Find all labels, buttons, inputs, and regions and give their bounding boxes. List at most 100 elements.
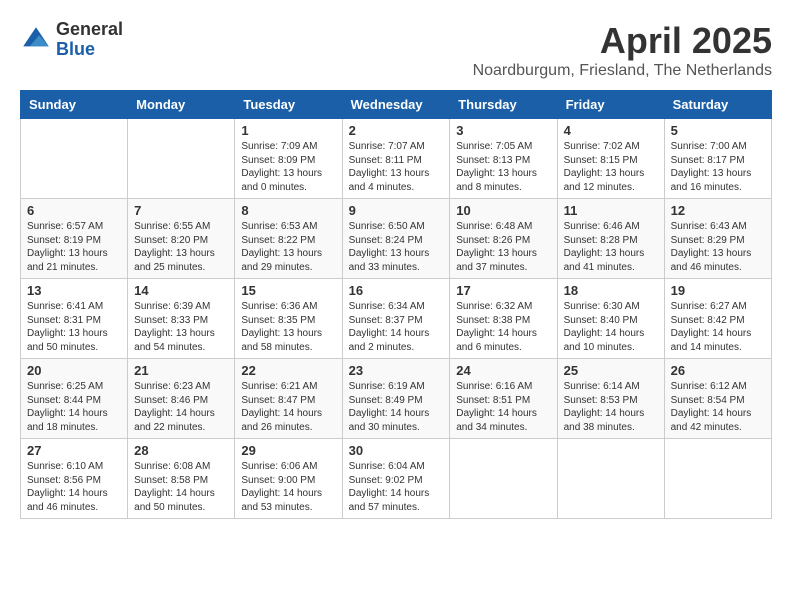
day-content: Sunrise: 6:30 AMSunset: 8:40 PMDaylight:… bbox=[564, 300, 658, 354]
calendar-cell: 24Sunrise: 6:16 AMSunset: 8:51 PMDayligh… bbox=[450, 359, 557, 439]
day-number: 26 bbox=[671, 363, 765, 378]
calendar-cell: 29 Sunrise: 6:06 AMSunset: 9:00 PMDayligh… bbox=[235, 439, 342, 519]
day-number: 24 bbox=[456, 363, 550, 378]
month-title: April 2025 bbox=[473, 20, 772, 62]
weekday-header-row: SundayMondayTuesdayWednesdayThursdayFrid… bbox=[21, 91, 772, 119]
day-content: Sunrise: 6:06 AMSunset: 9:00 PMDaylight:… bbox=[241, 460, 335, 514]
day-number: 30 bbox=[349, 443, 444, 458]
day-number: 14 bbox=[134, 283, 228, 298]
day-content: Sunrise: 6:10 AMSunset: 8:56 PMDaylight:… bbox=[27, 460, 121, 514]
day-number: 5 bbox=[671, 123, 765, 138]
weekday-header-friday: Friday bbox=[557, 91, 664, 119]
week-row-4: 20 Sunrise: 6:25 AMSunset: 8:44 PMDayligh… bbox=[21, 359, 772, 439]
day-content: Sunrise: 6:57 AMSunset: 8:19 PMDaylight:… bbox=[27, 220, 121, 274]
calendar-cell: 18 Sunrise: 6:30 AMSunset: 8:40 PMDayligh… bbox=[557, 279, 664, 359]
day-number: 8 bbox=[241, 203, 335, 218]
day-content: Sunrise: 6:08 AMSunset: 8:58 PMDaylight:… bbox=[134, 460, 228, 514]
calendar-cell: 26 Sunrise: 6:12 AMSunset: 8:54 PMDayligh… bbox=[664, 359, 771, 439]
day-content: Sunrise: 6:39 AMSunset: 8:33 PMDaylight:… bbox=[134, 300, 228, 354]
day-content: Sunrise: 6:12 AMSunset: 8:54 PMDaylight:… bbox=[671, 380, 765, 434]
day-content: Sunrise: 6:32 AMSunset: 8:38 PMDaylight:… bbox=[456, 300, 550, 354]
calendar-cell: 17 Sunrise: 6:32 AMSunset: 8:38 PMDayligh… bbox=[450, 279, 557, 359]
calendar-cell: 1Sunrise: 7:09 AMSunset: 8:09 PMDaylight… bbox=[235, 119, 342, 199]
day-content: Sunrise: 6:04 AMSunset: 9:02 PMDaylight:… bbox=[349, 460, 444, 514]
day-content: Sunrise: 6:19 AMSunset: 8:49 PMDaylight:… bbox=[349, 380, 444, 434]
day-number: 28 bbox=[134, 443, 228, 458]
day-number: 3 bbox=[456, 123, 550, 138]
day-content: Sunrise: 6:34 AMSunset: 8:37 PMDaylight:… bbox=[349, 300, 444, 354]
day-content: Sunrise: 6:50 AMSunset: 8:24 PMDaylight:… bbox=[349, 220, 444, 274]
calendar-cell: 19 Sunrise: 6:27 AMSunset: 8:42 PMDayligh… bbox=[664, 279, 771, 359]
weekday-header-wednesday: Wednesday bbox=[342, 91, 450, 119]
calendar-cell bbox=[450, 439, 557, 519]
calendar-cell: 8 Sunrise: 6:53 AMSunset: 8:22 PMDaylight… bbox=[235, 199, 342, 279]
day-content: Sunrise: 7:00 AMSunset: 8:17 PMDaylight:… bbox=[671, 140, 765, 194]
day-number: 21 bbox=[134, 363, 228, 378]
day-number: 22 bbox=[241, 363, 335, 378]
calendar-cell: 11 Sunrise: 6:46 AMSunset: 8:28 PMDayligh… bbox=[557, 199, 664, 279]
week-row-3: 13 Sunrise: 6:41 AMSunset: 8:31 PMDayligh… bbox=[21, 279, 772, 359]
day-content: Sunrise: 6:55 AMSunset: 8:20 PMDaylight:… bbox=[134, 220, 228, 274]
day-number: 27 bbox=[27, 443, 121, 458]
calendar-table: SundayMondayTuesdayWednesdayThursdayFrid… bbox=[20, 90, 772, 519]
calendar-cell bbox=[664, 439, 771, 519]
calendar-cell: 20 Sunrise: 6:25 AMSunset: 8:44 PMDayligh… bbox=[21, 359, 128, 439]
day-number: 12 bbox=[671, 203, 765, 218]
calendar-cell: 30 Sunrise: 6:04 AMSunset: 9:02 PMDayligh… bbox=[342, 439, 450, 519]
day-content: Sunrise: 6:48 AMSunset: 8:26 PMDaylight:… bbox=[456, 220, 550, 274]
location-title: Noardburgum, Friesland, The Netherlands bbox=[473, 62, 772, 80]
calendar-cell: 16 Sunrise: 6:34 AMSunset: 8:37 PMDayligh… bbox=[342, 279, 450, 359]
calendar-cell: 9 Sunrise: 6:50 AMSunset: 8:24 PMDaylight… bbox=[342, 199, 450, 279]
day-number: 15 bbox=[241, 283, 335, 298]
calendar-cell: 5 Sunrise: 7:00 AMSunset: 8:17 PMDaylight… bbox=[664, 119, 771, 199]
calendar-cell: 2Sunrise: 7:07 AMSunset: 8:11 PMDaylight… bbox=[342, 119, 450, 199]
day-number: 9 bbox=[349, 203, 444, 218]
calendar-cell: 27 Sunrise: 6:10 AMSunset: 8:56 PMDayligh… bbox=[21, 439, 128, 519]
day-content: Sunrise: 6:36 AMSunset: 8:35 PMDaylight:… bbox=[241, 300, 335, 354]
day-number: 7 bbox=[134, 203, 228, 218]
day-number: 11 bbox=[564, 203, 658, 218]
calendar-cell bbox=[21, 119, 128, 199]
day-content: Sunrise: 6:41 AMSunset: 8:31 PMDaylight:… bbox=[27, 300, 121, 354]
logo-general-text: General bbox=[56, 20, 123, 40]
day-number: 19 bbox=[671, 283, 765, 298]
day-content: Sunrise: 6:27 AMSunset: 8:42 PMDaylight:… bbox=[671, 300, 765, 354]
calendar-cell: 3Sunrise: 7:05 AMSunset: 8:13 PMDaylight… bbox=[450, 119, 557, 199]
calendar-cell: 23 Sunrise: 6:19 AMSunset: 8:49 PMDayligh… bbox=[342, 359, 450, 439]
day-content: Sunrise: 6:46 AMSunset: 8:28 PMDaylight:… bbox=[564, 220, 658, 274]
day-number: 10 bbox=[456, 203, 550, 218]
calendar-cell: 6 Sunrise: 6:57 AMSunset: 8:19 PMDaylight… bbox=[21, 199, 128, 279]
weekday-header-sunday: Sunday bbox=[21, 91, 128, 119]
calendar-cell bbox=[128, 119, 235, 199]
day-number: 20 bbox=[27, 363, 121, 378]
day-number: 18 bbox=[564, 283, 658, 298]
calendar-cell: 7 Sunrise: 6:55 AMSunset: 8:20 PMDaylight… bbox=[128, 199, 235, 279]
calendar-cell: 15 Sunrise: 6:36 AMSunset: 8:35 PMDayligh… bbox=[235, 279, 342, 359]
weekday-header-saturday: Saturday bbox=[664, 91, 771, 119]
weekday-header-monday: Monday bbox=[128, 91, 235, 119]
day-content: Sunrise: 6:14 AMSunset: 8:53 PMDaylight:… bbox=[564, 380, 658, 434]
logo-text: General Blue bbox=[56, 20, 123, 60]
day-content: Sunrise: 7:09 AMSunset: 8:09 PMDaylight:… bbox=[241, 140, 335, 194]
day-number: 6 bbox=[27, 203, 121, 218]
day-number: 16 bbox=[349, 283, 444, 298]
day-content: Sunrise: 7:02 AMSunset: 8:15 PMDaylight:… bbox=[564, 140, 658, 194]
day-number: 4 bbox=[564, 123, 658, 138]
weekday-header-tuesday: Tuesday bbox=[235, 91, 342, 119]
day-content: Sunrise: 6:53 AMSunset: 8:22 PMDaylight:… bbox=[241, 220, 335, 274]
day-content: Sunrise: 6:25 AMSunset: 8:44 PMDaylight:… bbox=[27, 380, 121, 434]
day-content: Sunrise: 7:07 AMSunset: 8:11 PMDaylight:… bbox=[349, 140, 444, 194]
day-number: 17 bbox=[456, 283, 550, 298]
calendar-cell: 22Sunrise: 6:21 AMSunset: 8:47 PMDayligh… bbox=[235, 359, 342, 439]
page-header: General Blue April 2025 Noardburgum, Fri… bbox=[20, 20, 772, 80]
week-row-2: 6 Sunrise: 6:57 AMSunset: 8:19 PMDaylight… bbox=[21, 199, 772, 279]
calendar-cell bbox=[557, 439, 664, 519]
day-number: 29 bbox=[241, 443, 335, 458]
day-content: Sunrise: 6:23 AMSunset: 8:46 PMDaylight:… bbox=[134, 380, 228, 434]
weekday-header-thursday: Thursday bbox=[450, 91, 557, 119]
title-block: April 2025 Noardburgum, Friesland, The N… bbox=[473, 20, 772, 80]
day-number: 23 bbox=[349, 363, 444, 378]
day-number: 13 bbox=[27, 283, 121, 298]
calendar-cell: 28 Sunrise: 6:08 AMSunset: 8:58 PMDayligh… bbox=[128, 439, 235, 519]
calendar-cell: 12Sunrise: 6:43 AMSunset: 8:29 PMDayligh… bbox=[664, 199, 771, 279]
